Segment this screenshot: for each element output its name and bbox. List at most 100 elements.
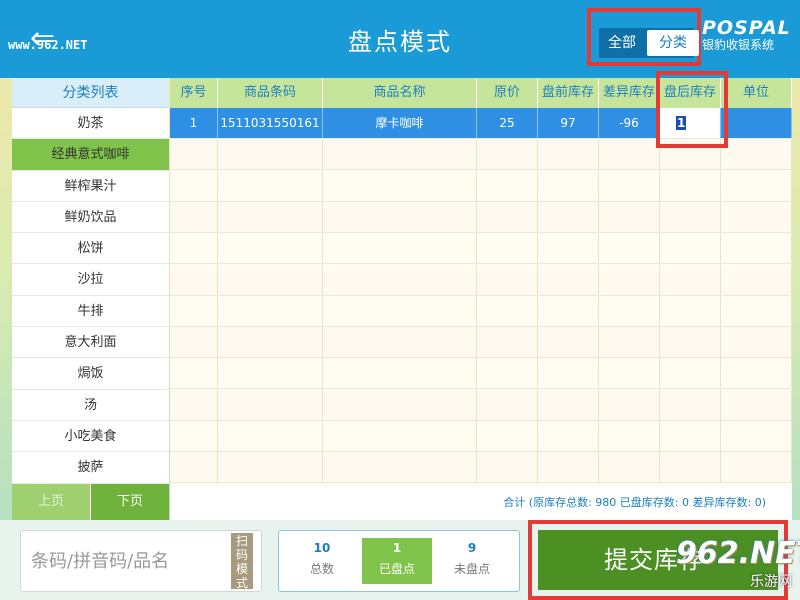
- stat-total[interactable]: 10 总数: [287, 538, 357, 584]
- table-cell: [218, 139, 323, 170]
- table-cell: [477, 233, 538, 264]
- table-cell: -96: [599, 108, 660, 138]
- table-cell: [218, 295, 323, 326]
- table-row[interactable]: 1 1511031550161 摩卡咖啡 25 97 -96 1: [170, 108, 792, 139]
- category-item[interactable]: 披萨: [12, 452, 169, 484]
- table-cell: [660, 389, 721, 420]
- table-cell: [218, 389, 323, 420]
- table-cell: [599, 170, 660, 201]
- category-sidebar: 分类列表 奶茶 经典意式咖啡 鲜榨果汁 鲜奶饮品 松饼 沙拉 牛排 意大利面 焗饭汤小吃美食 披萨…: [12, 78, 169, 520]
- table-cell: [538, 170, 599, 201]
- table-cell: [170, 201, 218, 232]
- table-cell: [218, 421, 323, 451]
- submit-stock-button[interactable]: 提交库存: [538, 530, 778, 590]
- stocktake-stats: 10 总数 1 已盘点 9 未盘点: [278, 530, 520, 592]
- category-item[interactable]: 汤: [12, 389, 169, 421]
- stock-after-input[interactable]: 1: [660, 108, 720, 138]
- table-cell: [721, 452, 792, 483]
- table-cell[interactable]: 1: [660, 108, 721, 138]
- table-cell: [170, 295, 218, 326]
- table-cell: [660, 295, 721, 326]
- table-row: [170, 295, 792, 327]
- category-item[interactable]: 焗饭: [12, 358, 169, 390]
- table-cell: [599, 327, 660, 358]
- column-header: 商品条码: [218, 78, 323, 108]
- category-list-header: 分类列表: [12, 78, 169, 108]
- table-cell: [323, 358, 477, 389]
- table-cell: [660, 421, 721, 451]
- table-cell: [323, 327, 477, 358]
- table-cell: [660, 201, 721, 232]
- table-cell: [538, 358, 599, 389]
- table-cell: [599, 201, 660, 232]
- category-item[interactable]: 意大利面: [12, 327, 169, 359]
- table-cell: [170, 139, 218, 170]
- table-cell: 1: [170, 108, 218, 138]
- prev-page-button[interactable]: 上页: [12, 484, 91, 520]
- table-cell: [477, 327, 538, 358]
- table-cell: [721, 295, 792, 326]
- table-cell: [477, 358, 538, 389]
- logo-subtitle: 银豹收银系统: [702, 38, 775, 52]
- submit-highlight: 提交库存: [528, 520, 788, 600]
- mode-category-button[interactable]: 分类: [647, 30, 699, 56]
- mode-all-button[interactable]: 全部: [599, 28, 645, 58]
- table-cell: [170, 389, 218, 420]
- category-item[interactable]: 鲜榨果汁: [12, 170, 169, 202]
- category-item[interactable]: 牛排: [12, 295, 169, 328]
- table-cell: [660, 139, 721, 170]
- table-cell: 25: [477, 108, 538, 138]
- column-header: 商品名称: [323, 78, 477, 108]
- table-cell: [599, 421, 660, 451]
- column-header: 原价: [477, 78, 538, 108]
- table-cell: [477, 170, 538, 201]
- table-cell: [323, 389, 477, 420]
- table-cell: [170, 358, 218, 389]
- table-cell: [477, 139, 538, 170]
- scan-mode-button[interactable]: 扫码模式: [231, 533, 253, 590]
- logo-text: POSPAL: [702, 17, 791, 39]
- table-row: [170, 201, 792, 233]
- table-cell: 97: [538, 108, 599, 138]
- column-header: 盘后库存: [660, 78, 721, 108]
- table-cell: [721, 327, 792, 358]
- category-item[interactable]: 小吃美食: [12, 420, 169, 453]
- table-row: [170, 358, 792, 390]
- category-item[interactable]: 鲜奶饮品: [12, 201, 169, 234]
- table-cell: [599, 139, 660, 170]
- table-cell: 1511031550161: [218, 108, 323, 138]
- table-cell: [599, 389, 660, 420]
- table-cell: [323, 421, 477, 451]
- table-cell: [660, 170, 721, 201]
- next-page-button[interactable]: 下页: [91, 484, 169, 520]
- table-cell: [721, 358, 792, 389]
- table-cell: [660, 358, 721, 389]
- stat-counted[interactable]: 1 已盘点: [362, 538, 432, 584]
- bottom-bar: 扫码模式 10 总数 1 已盘点 9 未盘点 提交库存 962.NET 乐游网: [0, 520, 800, 600]
- category-item[interactable]: 松饼: [12, 233, 169, 265]
- search-box: 扫码模式: [20, 530, 262, 592]
- top-header: ⇐ www.962.NET 盘点模式 全部 分类 POSPAL 银豹收银系统: [0, 0, 800, 78]
- column-header: 差异库存: [599, 78, 660, 108]
- table-cell: [170, 264, 218, 295]
- table-cell: [170, 452, 218, 483]
- category-item[interactable]: 奶茶: [12, 108, 169, 140]
- search-input[interactable]: [31, 543, 231, 579]
- category-list: 奶茶 经典意式咖啡 鲜榨果汁 鲜奶饮品 松饼 沙拉 牛排 意大利面 焗饭汤小吃美食 披萨: [12, 108, 169, 484]
- table-cell: [538, 452, 599, 483]
- stat-counted-label: 已盘点: [378, 562, 415, 576]
- table-cell: [538, 389, 599, 420]
- pospal-logo: POSPAL 银豹收银系统: [702, 18, 796, 58]
- table-cell: [218, 233, 323, 264]
- table-cell: 摩卡咖啡: [323, 108, 477, 138]
- table-cell: [477, 295, 538, 326]
- table-cell: [477, 389, 538, 420]
- table-cell: [538, 139, 599, 170]
- table-cell: [323, 452, 477, 483]
- category-item[interactable]: 经典意式咖啡: [12, 139, 169, 171]
- table-row: [170, 233, 792, 265]
- table-cell: [218, 170, 323, 201]
- column-header: 盘前库存: [538, 78, 599, 108]
- category-item[interactable]: 沙拉: [12, 264, 169, 296]
- stat-uncounted[interactable]: 9 未盘点: [437, 538, 507, 584]
